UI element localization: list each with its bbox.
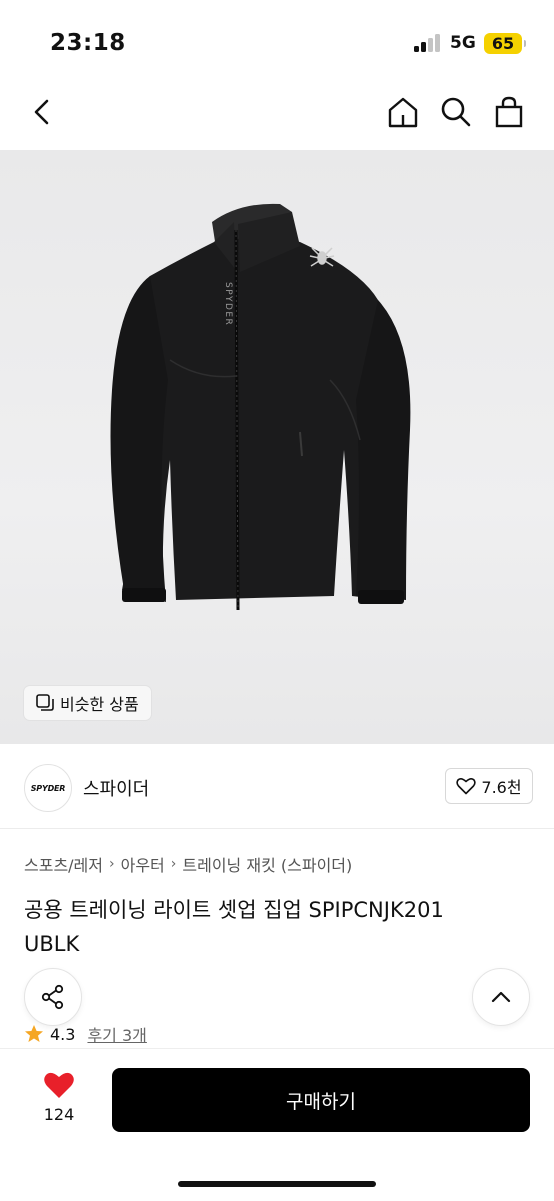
- similar-products-label: 비슷한 상품: [60, 695, 139, 714]
- brand-logo[interactable]: SPYDER: [24, 764, 72, 812]
- heart-filled-icon: [44, 1072, 74, 1098]
- cellular-signal-icon: [414, 34, 444, 52]
- scroll-to-top-button[interactable]: [472, 968, 530, 1026]
- copy-icon: [36, 694, 54, 711]
- brand-like-count: 7.6천: [481, 778, 522, 797]
- heart-outline-icon: [456, 778, 477, 795]
- top-nav: [0, 80, 554, 146]
- home-icon[interactable]: [385, 94, 421, 130]
- similar-products-button[interactable]: 비슷한 상품: [24, 686, 151, 720]
- breadcrumb-item[interactable]: 트레이닝 재킷 (스파이더): [182, 852, 352, 876]
- wishlist-button[interactable]: 124: [30, 1071, 88, 1124]
- product-title: 공용 트레이닝 라이트 셋업 집업 SPIPCNJK201 UBLK: [24, 893, 534, 961]
- product-title-line1: 공용 트레이닝 라이트 셋업 집업 SPIPCNJK201: [24, 898, 444, 922]
- bottom-purchase-bar: 124 구매하기: [0, 1048, 554, 1201]
- shopping-bag-icon[interactable]: [491, 94, 527, 130]
- rating-score: 4.3: [50, 1024, 76, 1044]
- breadcrumb-item[interactable]: 스포츠/레저: [24, 852, 103, 876]
- brand-like-button[interactable]: 7.6천: [445, 768, 533, 804]
- battery-indicator: 65: [484, 33, 522, 54]
- brand-logo-text: SPYDER: [30, 783, 66, 793]
- star-icon: [25, 1025, 43, 1042]
- chevron-right-icon: ›: [109, 856, 115, 872]
- rating-row: 4.3 후기 3개: [24, 1022, 147, 1046]
- share-icon: [41, 984, 64, 1010]
- network-type: 5G: [450, 33, 476, 53]
- share-button[interactable]: [24, 968, 82, 1026]
- product-title-line2: UBLK: [24, 932, 80, 956]
- chest-logo-text: SPYDER: [223, 282, 233, 326]
- status-bar: 23:18 5G 65: [0, 0, 554, 80]
- brand-name[interactable]: 스파이더: [83, 775, 149, 801]
- breadcrumb: 스포츠/레저 › 아우터 › 트레이닝 재킷 (스파이더): [24, 852, 352, 876]
- chevron-up-icon: [491, 991, 511, 1003]
- chevron-right-icon: ›: [170, 856, 177, 872]
- wishlist-count: 124: [43, 1105, 75, 1124]
- breadcrumb-item[interactable]: 아우터: [121, 852, 165, 876]
- search-icon[interactable]: [438, 94, 474, 130]
- review-count-link[interactable]: 후기 3개: [87, 1022, 146, 1046]
- back-icon[interactable]: [24, 94, 60, 130]
- buy-button[interactable]: 구매하기: [112, 1068, 530, 1132]
- product-image[interactable]: SPYDER: [0, 150, 554, 744]
- status-time: 23:18: [50, 30, 126, 56]
- jacket-illustration: SPYDER: [110, 203, 411, 611]
- brand-row: SPYDER 스파이더 7.6천: [0, 744, 554, 829]
- battery-tip: [524, 40, 526, 47]
- home-indicator: [178, 1181, 376, 1187]
